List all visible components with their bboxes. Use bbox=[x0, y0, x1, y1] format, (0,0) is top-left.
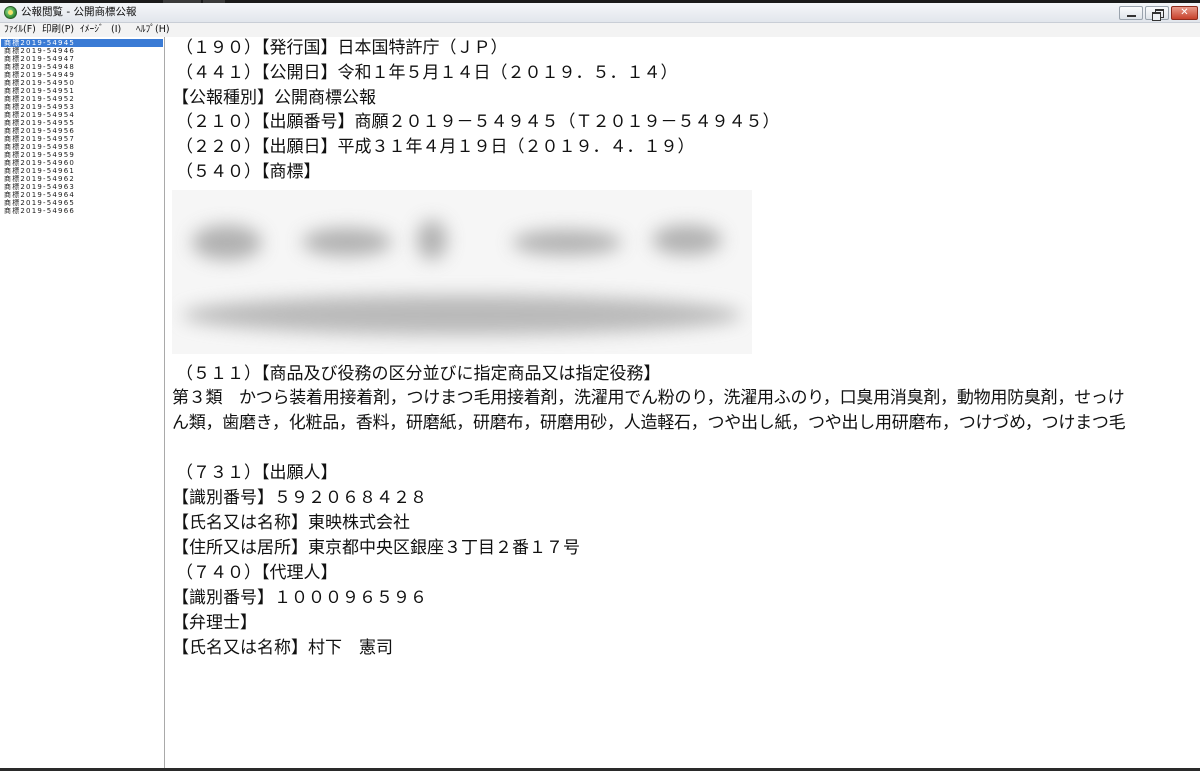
menu-file[interactable]: ﾌｧｲﾙ(F) bbox=[4, 24, 36, 36]
list-item[interactable]: 商標2019-54965 bbox=[1, 199, 163, 207]
close-icon: ✕ bbox=[1180, 7, 1189, 18]
menu-bar: ﾌｧｲﾙ(F) 印刷(P) ｲﾒｰｼﾞ (I) ﾍﾙﾌﾟ(H) bbox=[0, 23, 1200, 37]
list-item[interactable]: 商標2019-54945 bbox=[1, 39, 163, 47]
application-number: （２１０）【出願番号】商願２０１９－５４９４５（Ｔ２０１９－５４９４５） bbox=[176, 112, 780, 132]
applicant-name: 【氏名又は名称】東映株式会社 bbox=[172, 513, 410, 533]
list-item[interactable]: 商標2019-54962 bbox=[1, 175, 163, 183]
blur-blob bbox=[652, 225, 722, 255]
title-bar[interactable]: 公報閲覧 - 公開商標公報 ✕ bbox=[0, 3, 1200, 23]
list-item[interactable]: 商標2019-54946 bbox=[1, 47, 163, 55]
agent-id: 【識別番号】１０００９６５９６ bbox=[172, 588, 427, 608]
list-item[interactable]: 商標2019-54949 bbox=[1, 71, 163, 79]
menu-image-shortcut[interactable]: (I) bbox=[111, 24, 121, 36]
list-item[interactable]: 商標2019-54956 bbox=[1, 127, 163, 135]
restore-icon-front bbox=[1152, 12, 1161, 21]
list-item[interactable]: 商標2019-54955 bbox=[1, 119, 163, 127]
close-button[interactable]: ✕ bbox=[1171, 6, 1198, 20]
classification-heading: （５１１）【商品及び役務の区分並びに指定商品又は指定役務】 bbox=[176, 364, 661, 384]
list-item[interactable]: 商標2019-54966 bbox=[1, 207, 163, 215]
menu-image[interactable]: ｲﾒｰｼﾞ bbox=[80, 24, 104, 36]
agent-name: 【氏名又は名称】村下 憲司 bbox=[172, 638, 393, 658]
gazette-type: 【公報種別】公開商標公報 bbox=[172, 88, 376, 108]
list-item[interactable]: 商標2019-54961 bbox=[1, 167, 163, 175]
list-item[interactable]: 商標2019-54954 bbox=[1, 111, 163, 119]
app-icon[interactable] bbox=[4, 6, 17, 19]
list-item[interactable]: 商標2019-54951 bbox=[1, 87, 163, 95]
list-item[interactable]: 商標2019-54960 bbox=[1, 159, 163, 167]
list-item[interactable]: 商標2019-54948 bbox=[1, 63, 163, 71]
list-item[interactable]: 商標2019-54957 bbox=[1, 135, 163, 143]
applicant-address: 【住所又は居所】東京都中央区銀座３丁目２番１７号 bbox=[172, 538, 580, 558]
application-date: （２２０）【出願日】平成３１年４月１９日（２０１９．４．１９） bbox=[176, 137, 695, 157]
list-item[interactable]: 商標2019-54964 bbox=[1, 191, 163, 199]
blur-blob bbox=[192, 225, 262, 260]
blur-blob bbox=[512, 230, 622, 255]
window-title: 公報閲覧 - 公開商標公報 bbox=[21, 6, 137, 18]
issuing-country: （１９０）【発行国】日本国特許庁（ＪＰ） bbox=[176, 38, 508, 58]
minimize-icon bbox=[1127, 15, 1136, 17]
gazette-content[interactable]: （１９０）【発行国】日本国特許庁（ＪＰ） （４４１）【公開日】令和１年５月１４日… bbox=[166, 37, 1200, 771]
publication-date: （４４１）【公開日】令和１年５月１４日（２０１９．５．１４） bbox=[176, 63, 678, 83]
blur-blob bbox=[417, 220, 447, 260]
trademark-heading: （５４０）【商標】 bbox=[176, 162, 321, 182]
blur-blob bbox=[302, 228, 392, 256]
menu-help[interactable]: ﾍﾙﾌﾟ(H) bbox=[136, 24, 170, 36]
goods-list-line-1: 第３類 かつら装着用接着剤，つけまつ毛用接着剤，洗濯用でん粉のり，洗濯用ふのり，… bbox=[172, 388, 1125, 408]
list-item[interactable]: 商標2019-54963 bbox=[1, 183, 163, 191]
agent-title: 【弁理士】 bbox=[172, 613, 257, 633]
restore-button[interactable] bbox=[1145, 6, 1169, 21]
menu-print[interactable]: 印刷(P) bbox=[42, 24, 74, 36]
applicant-id: 【識別番号】５９２０６８４２８ bbox=[172, 488, 427, 508]
gazette-list[interactable]: 商標2019-54945 商標2019-54946 商標2019-54947 商… bbox=[0, 37, 165, 771]
list-item[interactable]: 商標2019-54958 bbox=[1, 143, 163, 151]
list-item[interactable]: 商標2019-54950 bbox=[1, 79, 163, 87]
blur-blob bbox=[182, 295, 742, 335]
trademark-image-blurred bbox=[172, 190, 752, 354]
list-item[interactable]: 商標2019-54952 bbox=[1, 95, 163, 103]
minimize-button[interactable] bbox=[1119, 6, 1143, 20]
goods-list-line-2: ん類，歯磨き，化粧品，香料，研磨紙，研磨布，研磨用砂，人造軽石，つや出し紙，つや… bbox=[172, 413, 1126, 433]
agent-heading: （７４０）【代理人】 bbox=[176, 563, 338, 583]
list-item[interactable]: 商標2019-54953 bbox=[1, 103, 163, 111]
applicant-heading: （７３１）【出願人】 bbox=[176, 463, 338, 483]
list-item[interactable]: 商標2019-54959 bbox=[1, 151, 163, 159]
list-item[interactable]: 商標2019-54947 bbox=[1, 55, 163, 63]
